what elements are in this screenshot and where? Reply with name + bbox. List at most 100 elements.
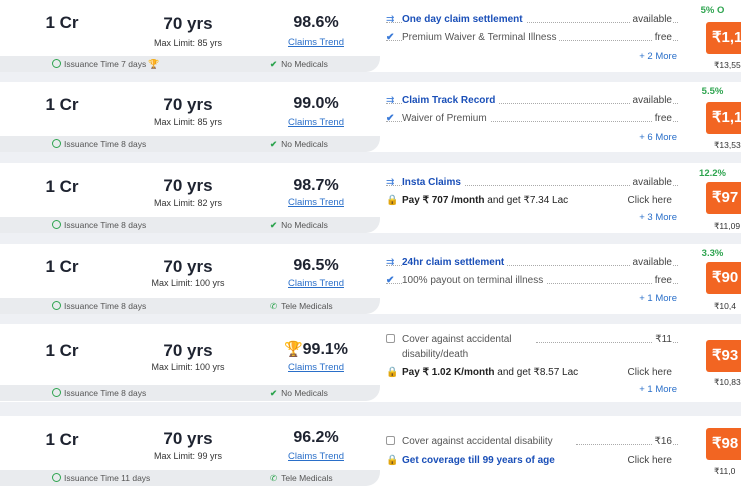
premium-button[interactable]: ₹90 — [706, 262, 741, 294]
addon-label: Cover against accidental — [402, 334, 515, 345]
cover-till-age: 70 yrs — [163, 257, 213, 276]
feature-value: available — [629, 257, 672, 268]
claim-settlement-ratio: 98.7% — [293, 177, 339, 194]
medicals-info: ✔ No Medicals — [270, 139, 328, 149]
premium-button[interactable]: ₹1,15 — [706, 22, 741, 54]
discount-badge: 3.3% — [701, 248, 724, 259]
discount-badge: 12.2% — [699, 168, 726, 179]
clock-icon — [52, 59, 61, 68]
cover-amount: 1 Cr — [45, 13, 79, 32]
check-icon: ✔ — [270, 220, 278, 230]
pay-amount: ₹ 1.02 K/month — [422, 367, 495, 378]
click-here-link[interactable]: Click here — [628, 195, 672, 206]
row-footer: Issuance Time 11 days ✆ Tele Medicals — [0, 470, 380, 486]
click-here-link[interactable]: Click here — [628, 367, 672, 378]
lock-icon: 🔒 — [386, 367, 399, 378]
max-limit: Max Limit: 100 yrs — [151, 278, 225, 288]
discount-badge: 5.5% — [701, 86, 724, 97]
clock-icon — [52, 220, 61, 229]
claims-trend-link[interactable]: Claims Trend — [252, 278, 380, 289]
claims-trend-link[interactable]: Claims Trend — [252, 197, 380, 208]
medicals-info: ✔ No Medicals — [270, 59, 328, 69]
issuance-time: Issuance Time 8 days — [52, 220, 146, 230]
trophy-icon: 🏆 — [148, 59, 160, 69]
clock-icon — [52, 473, 61, 482]
coverage-line: 🔒 Get coverage till 99 years of age Clic… — [386, 455, 678, 467]
premium-button[interactable]: ₹93 — [706, 340, 741, 372]
premium-button[interactable]: ₹97 — [706, 182, 741, 214]
claim-settlement-ratio: 98.6% — [293, 14, 339, 31]
plan-row: 1 Cr 70 yrs Max Limit: 100 yrs 🏆99.1% Cl… — [0, 324, 741, 402]
addon-checkbox[interactable] — [386, 436, 395, 447]
issuance-time: Issuance Time 8 days — [52, 139, 146, 149]
cover-amount: 1 Cr — [45, 95, 79, 114]
claim-icon: ⇉ — [386, 257, 395, 268]
cover-amount: 1 Cr — [45, 430, 79, 449]
trophy-icon: 🏆 — [283, 341, 303, 358]
row-footer: Issuance Time 8 days ✔ No Medicals — [0, 385, 380, 401]
feature-line: ⇉ Insta Claims available — [386, 177, 678, 189]
coverage-label: Get coverage till 99 years of age — [402, 455, 555, 466]
claims-trend-link[interactable]: Claims Trend — [252, 451, 380, 462]
max-limit: Max Limit: 85 yrs — [153, 38, 222, 48]
more-features-link[interactable]: + 6 More — [639, 132, 677, 143]
more-features-link[interactable]: + 1 More — [639, 293, 677, 304]
addon-line[interactable]: Cover against accidental ₹11 — [386, 334, 678, 346]
premium-button[interactable]: ₹98 — [706, 428, 741, 460]
feature-label: Waiver of Premium — [402, 113, 490, 124]
max-limit: Max Limit: 99 yrs — [153, 451, 222, 461]
claim-icon: ⇉ — [386, 14, 395, 25]
medicals-info: ✔ No Medicals — [270, 388, 328, 398]
issuance-time: Issuance Time 8 days — [52, 301, 146, 311]
issuance-time: Issuance Time 8 days — [52, 388, 146, 398]
more-features-link[interactable]: + 3 More — [639, 212, 677, 223]
claim-settlement-ratio: 🏆99.1% — [283, 341, 349, 358]
addon-price: ₹16 — [651, 436, 672, 447]
more-features-link[interactable]: + 1 More — [639, 384, 677, 395]
feature-value: free — [651, 113, 672, 124]
max-limit: Max Limit: 82 yrs — [153, 198, 222, 208]
premium-button[interactable]: ₹1,16 — [706, 102, 741, 134]
claim-settlement-ratio: 99.0% — [293, 95, 339, 112]
plan-row: 1 Cr 70 yrs Max Limit: 85 yrs 98.6% Clai… — [0, 0, 741, 72]
feature-line: ✔ 100% payout on terminal illness free — [386, 275, 678, 287]
plan-row: 1 Cr 70 yrs Max Limit: 82 yrs 98.7% Clai… — [0, 163, 741, 233]
lock-icon: 🔒 — [386, 195, 399, 206]
original-premium: ₹13,53 — [714, 140, 741, 150]
feature-line: ⇉ One day claim settlement available — [386, 14, 678, 26]
claims-trend-link[interactable]: Claims Trend — [252, 362, 380, 373]
feature-label: One day claim settlement — [402, 14, 526, 25]
feature-label: 24hr claim settlement — [402, 257, 508, 268]
claim-icon: ⇉ — [386, 177, 395, 188]
pay-prefix: Pay — [402, 367, 420, 378]
check-icon: ✔ — [270, 59, 278, 69]
addon-checkbox[interactable] — [386, 334, 395, 345]
cover-amount: 1 Cr — [45, 177, 79, 196]
row-footer: Issuance Time 8 days ✔ No Medicals — [0, 136, 380, 152]
original-premium: ₹13,55 — [714, 60, 741, 70]
addon-price: ₹11 — [652, 334, 672, 345]
pay-amount: ₹ 707 /month — [422, 195, 485, 206]
original-premium: ₹11,0 — [714, 466, 736, 476]
claims-trend-link[interactable]: Claims Trend — [252, 37, 380, 48]
check-icon: ✔ — [386, 32, 395, 43]
click-here-link[interactable]: Click here — [628, 455, 672, 466]
original-premium: ₹10,83 — [714, 377, 741, 387]
pay-prefix: Pay — [402, 195, 420, 206]
pay-mid: and get — [487, 195, 521, 206]
feature-line: ⇉ Claim Track Record available — [386, 95, 678, 107]
more-features-link[interactable]: + 2 More — [639, 51, 677, 62]
claims-trend-link[interactable]: Claims Trend — [252, 117, 380, 128]
row-footer: Issuance Time 8 days ✔ No Medicals — [0, 217, 380, 233]
plan-row: 1 Cr 70 yrs Max Limit: 85 yrs 99.0% Clai… — [0, 82, 741, 152]
cover-amount: 1 Cr — [45, 257, 79, 276]
plan-row: 1 Cr 70 yrs Max Limit: 100 yrs 96.5% Cla… — [0, 244, 741, 314]
cover-till-age: 70 yrs — [163, 176, 213, 195]
feature-line: ✔ Premium Waiver & Terminal Illness free — [386, 32, 678, 44]
issuance-time: Issuance Time 7 days 🏆 — [52, 59, 159, 70]
addon-line[interactable]: Cover against accidental disability ₹16 — [386, 436, 678, 448]
feature-line: ⇉ 24hr claim settlement available — [386, 257, 678, 269]
addon-label-cont: disability/death — [402, 349, 469, 360]
claim-settlement-ratio: 96.5% — [293, 257, 339, 274]
check-icon: ✔ — [386, 275, 395, 286]
